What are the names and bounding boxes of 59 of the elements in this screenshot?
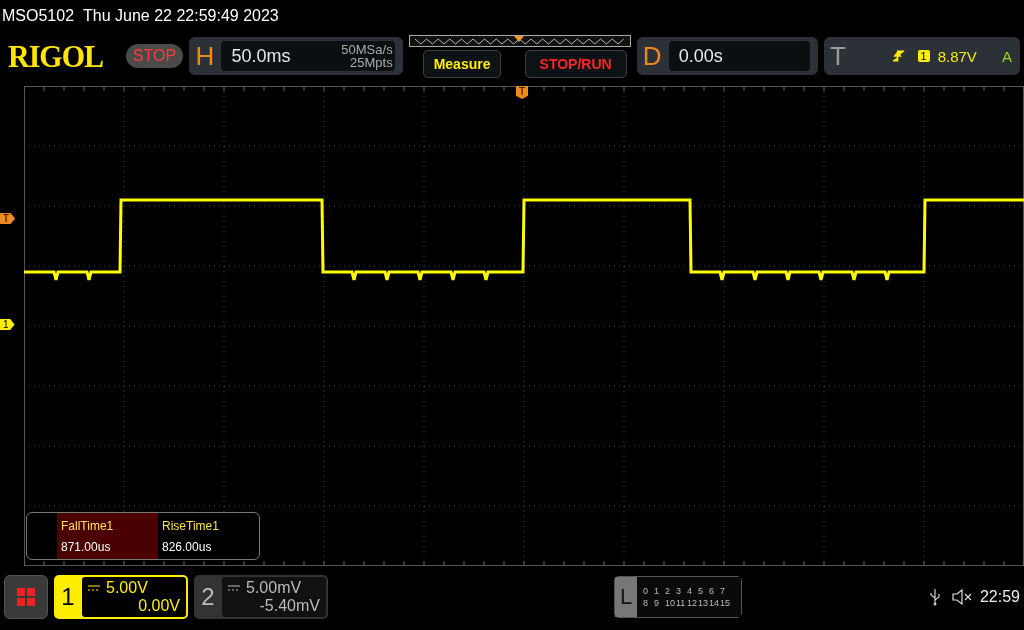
digital-channel-number: 10: [665, 598, 676, 608]
measurement-item[interactable]: FallTime1 871.00us: [57, 513, 158, 559]
channel-scale: 5.00mV: [246, 579, 302, 597]
channel-panel[interactable]: 1 5.00V 0.00V: [54, 575, 188, 619]
digital-channel-number: 7: [720, 586, 726, 596]
channel-offset: 0.00V: [138, 597, 180, 615]
digital-channel-number: 0: [643, 586, 649, 596]
trigger-panel[interactable]: T 1 8.87V A: [824, 37, 1020, 75]
horizontal-panel[interactable]: H 50.0ms 50MSa/s 25Mpts: [189, 37, 403, 75]
trigger-position-marker[interactable]: T: [516, 86, 529, 99]
trigger-level-marker[interactable]: T: [0, 213, 16, 224]
date-time: Thu June 22 22:59:49 2023: [83, 7, 279, 25]
trigger-level: 8.87V: [937, 47, 978, 65]
stop-run-button[interactable]: STOP/RUN: [524, 49, 627, 78]
brand-logo: RIGOL: [8, 38, 105, 74]
channel-number: 2: [200, 582, 216, 612]
measure-button[interactable]: Measure: [422, 49, 501, 78]
digital-channel-number: 13: [698, 598, 709, 608]
measurement-item[interactable]: RiseTime1 826.00us: [158, 513, 259, 559]
system-clock: 22:59: [979, 588, 1020, 606]
digital-channel-number: 9: [654, 598, 660, 608]
channel-number: 1: [60, 582, 76, 612]
delay-value: 0.00s: [668, 41, 810, 71]
horizontal-label: H: [195, 40, 216, 72]
channel-offset: -5.40mV: [259, 597, 320, 615]
digital-channel-number: 4: [687, 586, 693, 596]
digital-channel-number: 14: [709, 598, 720, 608]
digital-channel-number: 6: [709, 586, 715, 596]
channel-panel[interactable]: 2 5.00mV -5.40mV: [194, 575, 328, 619]
menu-button[interactable]: [4, 575, 48, 619]
measurement-value: 871.00us: [61, 539, 112, 554]
measurement-value: 826.00us: [162, 539, 213, 554]
memory-depth: 25Mpts: [350, 56, 393, 69]
digital-channel-number: 2: [665, 586, 671, 596]
usb-icon: [929, 588, 940, 606]
grid-icon: [16, 587, 36, 607]
trigger-label: T: [830, 40, 847, 72]
digital-channel-number: 8: [643, 598, 649, 608]
logic-panel[interactable]: L 0 1 2 3 4 5 6 7 8 9 1011 12131415: [614, 576, 742, 618]
digital-channel-number: 12: [687, 598, 698, 608]
digital-channel-number: 11: [676, 598, 687, 608]
muted-speaker-icon[interactable]: [951, 588, 974, 606]
measurement-name: RiseTime1: [162, 518, 220, 533]
delay-label: D: [642, 40, 663, 72]
digital-channel-number: 15: [720, 598, 731, 608]
digital-channel-number: 1: [654, 586, 660, 596]
trigger-source-badge: 1: [917, 50, 930, 62]
model-name: MSO5102: [2, 7, 75, 25]
logic-label: L: [615, 577, 637, 617]
sample-rate: 50MSa/s: [341, 43, 393, 56]
trigger-mode: A: [1002, 47, 1012, 65]
measurement-name: FallTime1: [61, 518, 115, 533]
channel-scale: 5.00V: [106, 579, 148, 597]
dc-coupling-icon: [88, 585, 100, 591]
digital-channel-number: 5: [698, 586, 704, 596]
channel-offset-marker[interactable]: 1: [0, 319, 15, 330]
delay-panel[interactable]: D 0.00s: [636, 37, 818, 75]
digital-channel-number: 3: [676, 586, 682, 596]
dc-coupling-icon: [228, 585, 240, 591]
